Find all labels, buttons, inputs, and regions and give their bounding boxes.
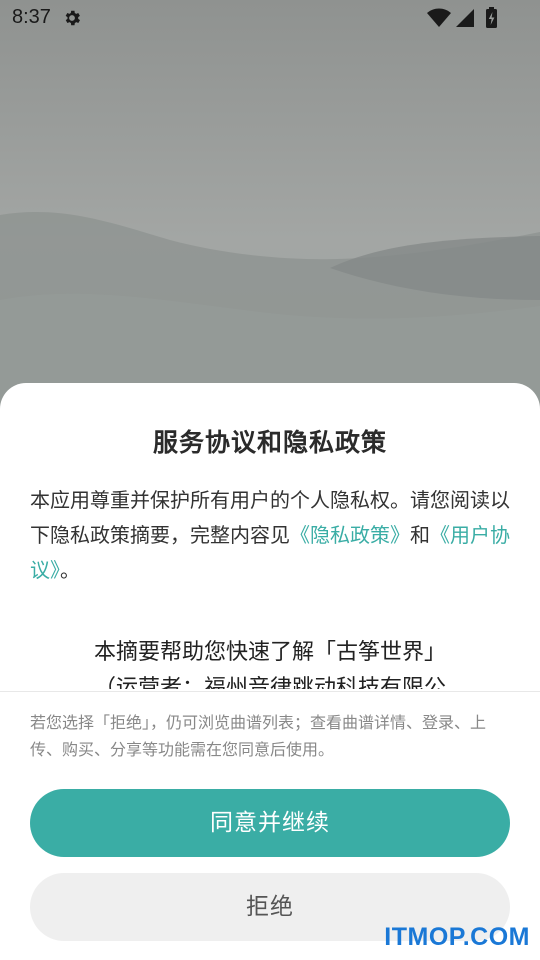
agree-continue-button[interactable]: 同意并继续	[30, 789, 510, 857]
intro-end: 。	[60, 558, 80, 582]
cell-signal-icon	[456, 9, 474, 27]
status-bar: 8:37	[0, 0, 540, 36]
refuse-note: 若您选择「拒绝」，仍可浏览曲谱列表；查看曲谱详情、登录、上传、购买、分享等功能需…	[30, 713, 487, 759]
summary-line: 本摘要帮助您快速了解「古筝世界」	[93, 640, 446, 665]
watermark-logo: ITMOP.COM	[384, 923, 530, 951]
battery-charging-icon	[486, 7, 497, 28]
privacy-dialog: 服务协议和隐私政策 本应用尊重并保护所有用户的个人隐私权。请您阅读以下隐私政策摘…	[0, 383, 540, 960]
status-time: 8:37	[12, 6, 51, 28]
divider	[0, 691, 540, 692]
status-icons	[427, 7, 497, 28]
settings-gear-icon	[65, 10, 80, 26]
policy-summary[interactable]: 本摘要帮助您快速了解「古筝世界」 （运营者：福州音律跳动科技有限公	[30, 635, 510, 689]
summary-line: （运营者：福州音律跳动科技有限公	[93, 676, 446, 689]
dialog-title: 服务协议和隐私政策	[152, 428, 387, 457]
privacy-policy-link[interactable]: 《隐私政策》	[290, 523, 410, 547]
intro-and: 和	[410, 523, 430, 547]
wifi-icon	[427, 8, 451, 27]
dialog-intro: 本应用尊重并保护所有用户的个人隐私权。请您阅读以下隐私政策摘要，完整内容见《隐私…	[30, 483, 512, 588]
